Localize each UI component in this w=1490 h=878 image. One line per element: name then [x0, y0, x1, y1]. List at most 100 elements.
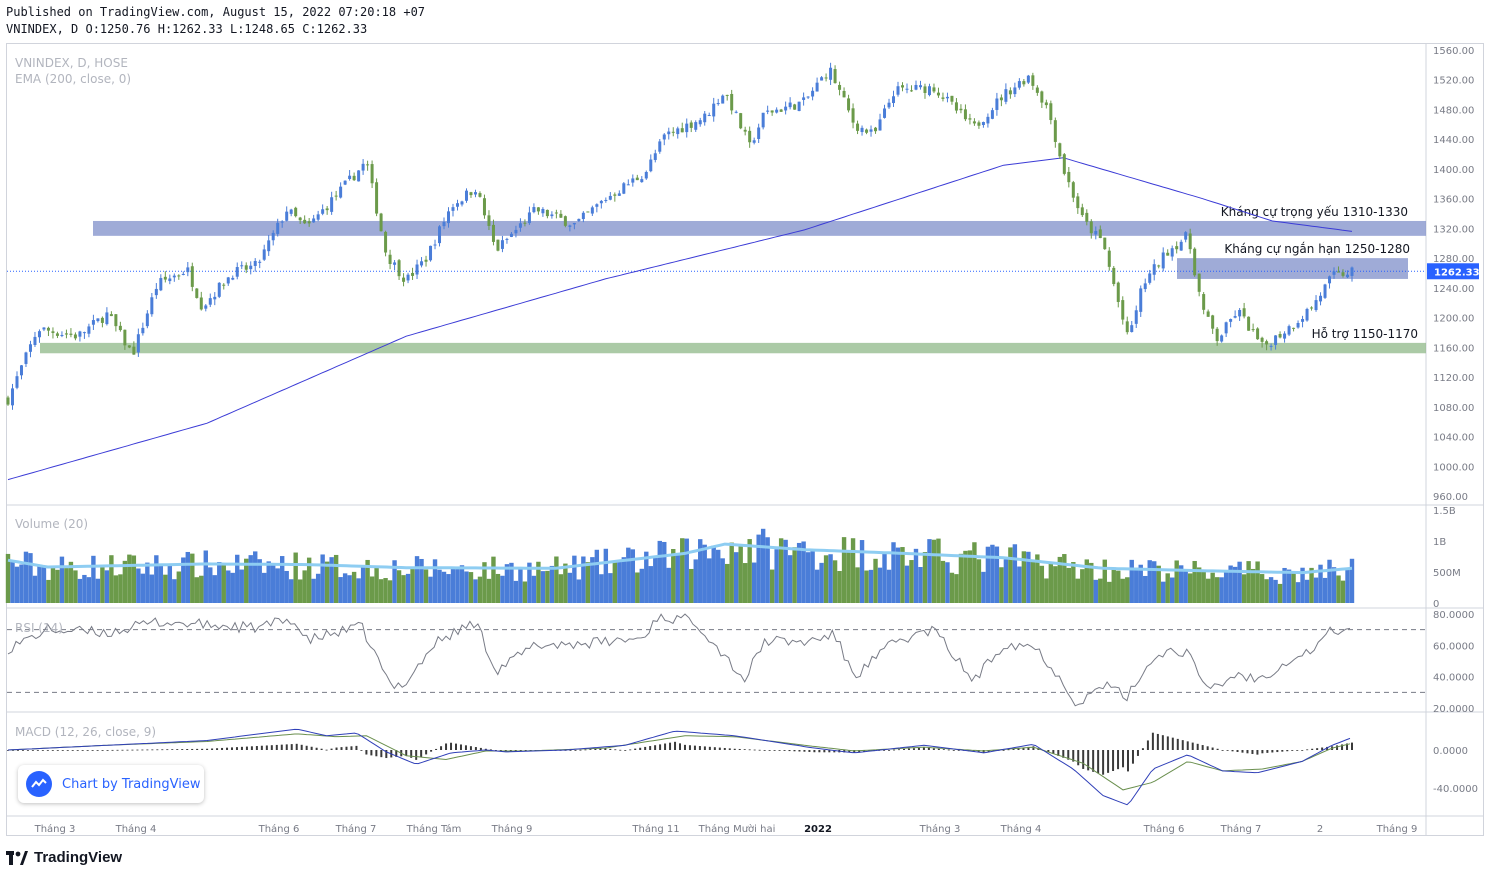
macd-hist-bar	[818, 750, 821, 753]
volume-bar	[711, 545, 716, 603]
macd-hist-bar	[728, 748, 731, 750]
macd-hist-bar	[589, 749, 592, 751]
macd-hist-bar	[903, 748, 905, 750]
macd-hist-bar	[479, 747, 482, 750]
candle-body	[402, 277, 406, 282]
volume-bar	[630, 549, 636, 603]
candle-body	[1062, 154, 1066, 174]
macd-hist-bar	[295, 743, 298, 750]
volume-bar	[626, 547, 631, 603]
candle-body	[563, 216, 567, 226]
volume-bar	[657, 540, 662, 603]
candle-body	[883, 108, 887, 118]
macd-hist-bar	[469, 746, 472, 750]
volume-bar	[958, 553, 964, 603]
macd-hist-bar	[1226, 750, 1229, 751]
time-tick-label: Tháng 9	[491, 823, 533, 835]
ema-line-group	[7, 157, 1353, 481]
candle-body	[1094, 230, 1098, 235]
rsi-tick-label: 80.0000	[1433, 610, 1474, 621]
macd-hist-bar	[121, 749, 124, 751]
candle-body	[339, 186, 343, 198]
macd-hist-bar	[176, 749, 179, 750]
candle-body	[635, 177, 639, 181]
volume-bar	[990, 544, 995, 603]
candle-body	[1305, 308, 1309, 321]
volume-bar	[1030, 561, 1036, 603]
volume-bar	[603, 548, 609, 603]
volume-bar	[1250, 568, 1256, 603]
volume-bar	[841, 537, 847, 603]
chart-svg[interactable]: Kháng cự trọng yếu 1310-1330 Kháng cự ngắ…	[0, 0, 1490, 878]
candle-body	[905, 88, 909, 90]
candle-body	[725, 94, 729, 96]
volume-bar	[1174, 560, 1179, 603]
time-tick-label: 2	[1317, 824, 1323, 835]
volume-bar	[477, 576, 483, 603]
macd-hist-bar	[1261, 750, 1264, 754]
volume-tick-label: 1B	[1433, 537, 1446, 548]
macd-hist-bar	[793, 750, 796, 752]
candle-body	[73, 334, 77, 339]
candle-body	[909, 90, 913, 92]
candle-body	[793, 104, 797, 110]
candle-body	[46, 327, 50, 331]
candle-body	[1296, 322, 1300, 328]
zone-label-2: Kháng cự ngắn hạn 1250-1280	[1224, 242, 1410, 256]
candle-body	[343, 180, 347, 185]
volume-bar	[994, 546, 1000, 603]
candle-body	[181, 273, 185, 275]
candle-body	[1166, 252, 1170, 256]
macd-hist-bar	[86, 750, 89, 751]
candle-body	[514, 229, 518, 234]
volume-bar	[738, 546, 743, 603]
candle-body	[788, 102, 792, 108]
macd-hist-bar	[1002, 750, 1005, 751]
candle-body	[1323, 284, 1327, 298]
macd-hist-bar	[1246, 750, 1249, 754]
candle-body	[1098, 229, 1102, 239]
volume-bar	[149, 574, 155, 603]
tradingview-logo-icon	[6, 850, 28, 865]
candle-body	[869, 129, 873, 132]
tradingview-cloud-icon	[26, 771, 52, 797]
volume-bar	[945, 562, 950, 603]
candle-body	[1220, 335, 1224, 342]
macd-hist-bar	[599, 748, 602, 750]
volume-bar	[1210, 572, 1215, 603]
macd-hist-bar	[1117, 750, 1120, 770]
candle-body	[918, 85, 922, 88]
candle-body	[509, 233, 513, 237]
candle-body	[82, 332, 86, 334]
price-tick-label: 1080.00	[1433, 403, 1474, 414]
macd-hist-bar	[763, 750, 766, 751]
volume-bar	[315, 573, 321, 603]
legend-volume: Volume (20)	[15, 517, 88, 531]
volume-bar	[882, 553, 887, 603]
chart-by-badge[interactable]: Chart by TradingView	[18, 765, 204, 803]
candle-body	[1256, 328, 1260, 340]
macd-hist-bar	[664, 743, 667, 750]
candle-body	[1301, 318, 1305, 322]
candle-body	[132, 346, 136, 355]
candle-body	[545, 209, 549, 217]
volume-bar	[873, 558, 878, 603]
candle-body	[1350, 267, 1354, 276]
macd-hist-bar	[1176, 738, 1179, 750]
macd-hist-bar	[56, 750, 59, 751]
volume-bar	[1170, 577, 1175, 603]
macd-hist-bar	[1271, 750, 1274, 753]
tradingview-brand[interactable]: TradingView	[6, 849, 122, 866]
candle-body	[968, 118, 972, 120]
volume-bar	[41, 565, 47, 603]
volume-bar	[396, 570, 402, 603]
macd-hist-bar	[579, 749, 582, 751]
volume-bar	[1143, 575, 1148, 603]
macd-hist-bar	[91, 750, 94, 751]
volume-bar	[1075, 578, 1081, 603]
macd-hist-bar	[683, 744, 686, 750]
candle-body	[707, 115, 711, 117]
macd-hist-bar	[738, 748, 741, 750]
price-tick-label: 1040.00	[1433, 433, 1474, 444]
volume-bar	[900, 547, 905, 603]
